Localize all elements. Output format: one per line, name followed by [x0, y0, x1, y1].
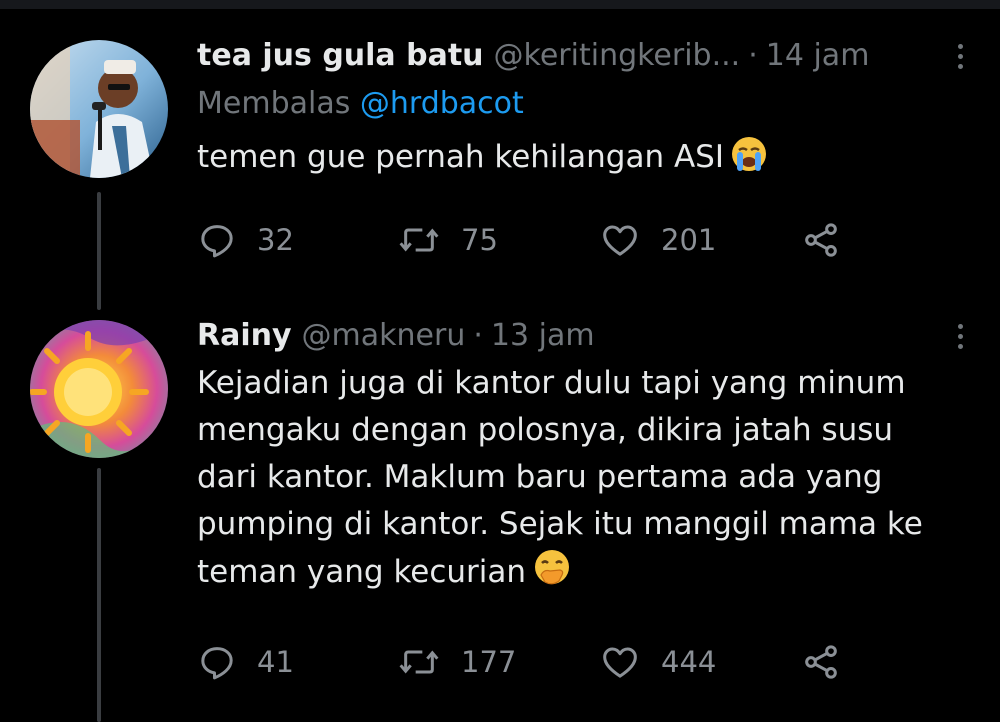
reply-mention-link[interactable]: @hrdbacot: [360, 86, 524, 121]
loudly-crying-face-icon: [730, 135, 768, 187]
like-count: 444: [661, 645, 717, 679]
tweet[interactable]: Rainy @makneru · 13 jam Kejadian juga di…: [0, 310, 1000, 722]
tweet-text-line: Kejadian juga di kantor dulu tapi yang m…: [197, 365, 906, 401]
tweet-header: tea jus gula batu @keritingkerib... · 14…: [197, 36, 970, 76]
like-button[interactable]: 444: [599, 642, 716, 682]
tweet-header: Rainy @makneru · 13 jam: [197, 316, 970, 356]
tweet[interactable]: tea jus gula batu @keritingkerib... · 14…: [0, 30, 1000, 290]
retweet-button[interactable]: 177: [397, 642, 516, 682]
face-with-hand-over-mouth-icon: [532, 548, 572, 602]
share-icon: [805, 223, 837, 257]
tweet-text-line: mengaku dengan polosnya, dikira jatah su…: [197, 412, 894, 448]
like-icon: [603, 225, 637, 256]
reply-count: 41: [257, 645, 294, 679]
like-icon: [603, 647, 637, 678]
avatar[interactable]: [30, 40, 168, 178]
reply-icon: [201, 225, 233, 258]
share-icon: [805, 645, 837, 679]
tweet-body: tea jus gula batu @keritingkerib... · 14…: [197, 36, 970, 187]
top-divider: [0, 0, 1000, 9]
reply-button[interactable]: 32: [197, 220, 294, 260]
more-icon[interactable]: [950, 316, 970, 356]
share-button[interactable]: [801, 220, 861, 260]
retweet-count: 75: [461, 223, 498, 257]
separator-dot: ·: [473, 318, 483, 353]
tweet-text: temen gue pernah kehilangan ASI: [197, 134, 970, 187]
tweet-text: Kejadian juga di kantor dulu tapi yang m…: [197, 360, 970, 602]
reply-prefix: Membalas: [197, 86, 351, 121]
separator-dot: ·: [748, 38, 758, 73]
display-name[interactable]: Rainy: [197, 316, 292, 356]
like-count: 201: [661, 223, 717, 257]
tweet-body: Rainy @makneru · 13 jam Kejadian juga di…: [197, 316, 970, 602]
retweet-count: 177: [461, 645, 517, 679]
tweet-text-line: pumping di kantor. Sejak itu manggil mam…: [197, 506, 923, 542]
display-name[interactable]: tea jus gula batu: [197, 36, 484, 76]
avatar-photo: [30, 40, 168, 178]
username[interactable]: @keritingkerib...: [494, 36, 741, 76]
username[interactable]: @makneru: [302, 316, 466, 356]
timestamp[interactable]: 14 jam: [766, 36, 870, 76]
reply-count: 32: [257, 223, 294, 257]
share-button[interactable]: [801, 642, 861, 682]
tweet-text-line: dari kantor. Maklum baru pertama ada yan…: [197, 459, 883, 495]
avatar-photo: [30, 320, 168, 458]
reply-button[interactable]: 41: [197, 642, 294, 682]
more-icon[interactable]: [950, 36, 970, 76]
tweet-text-line: teman yang kecurian: [197, 554, 527, 590]
like-button[interactable]: 201: [599, 220, 716, 260]
retweet-icon: [399, 228, 439, 252]
timestamp[interactable]: 13 jam: [491, 316, 595, 356]
retweet-button[interactable]: 75: [397, 220, 498, 260]
avatar[interactable]: [30, 320, 168, 458]
reply-icon: [201, 647, 233, 680]
retweet-icon: [399, 650, 439, 674]
tweet-text-content: temen gue pernah kehilangan ASI: [197, 139, 724, 175]
reply-context: Membalas @hrdbacot: [197, 84, 970, 124]
